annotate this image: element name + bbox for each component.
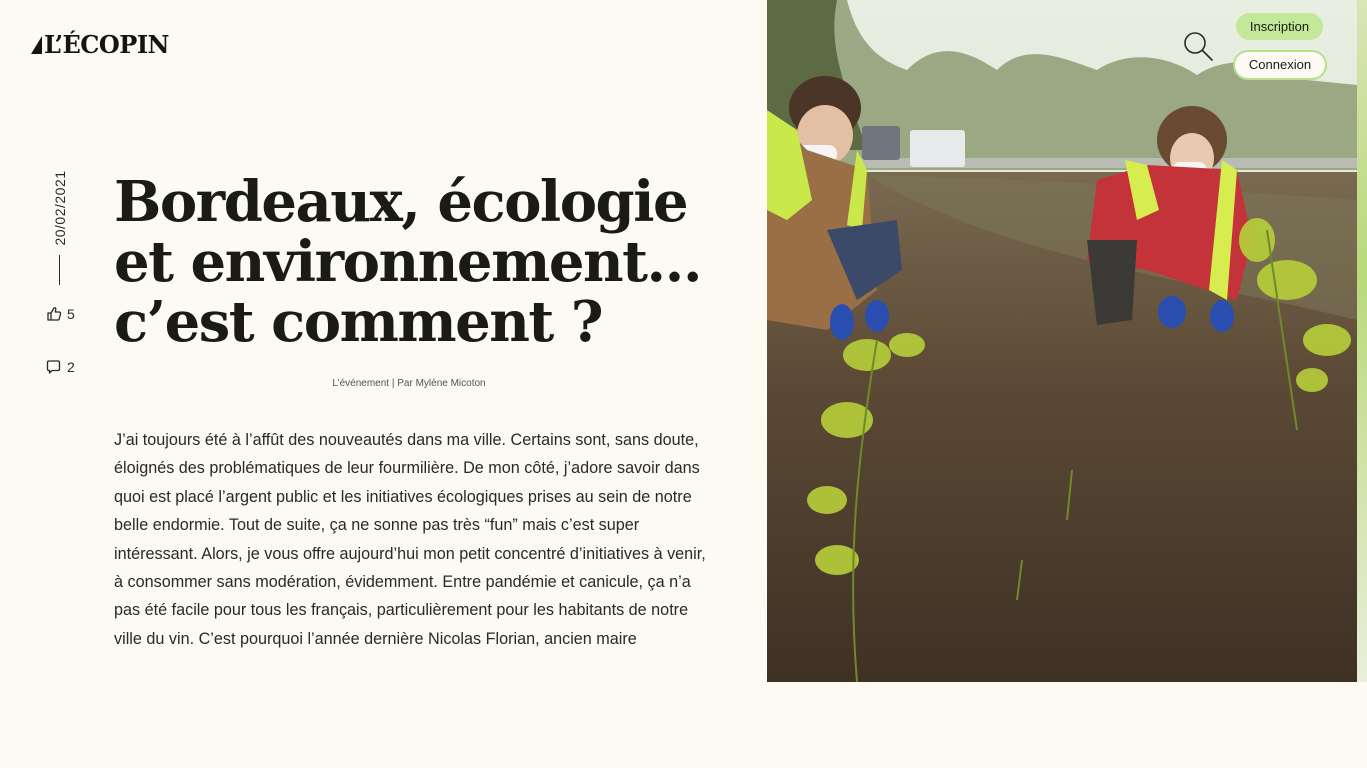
article-byline: L’événement | Par Mylène Micoton [332, 378, 486, 389]
search-button[interactable] [1182, 30, 1214, 62]
site-logo[interactable]: L’ÉCOPIN [30, 30, 170, 59]
sail-logo-icon [31, 35, 42, 54]
signup-button[interactable]: Inscription [1236, 13, 1323, 40]
thumbs-up-icon [47, 307, 62, 321]
date-divider [59, 255, 60, 285]
comment-icon [46, 360, 61, 374]
text-fade-overlay [0, 672, 767, 688]
article-date: 20/02/2021 [52, 170, 68, 246]
article-date-block: 20/02/2021 [30, 160, 90, 270]
brand-name: L’ÉCOPIN [44, 30, 170, 59]
hero-image [767, 0, 1357, 682]
likes-counter[interactable]: 5 [46, 306, 75, 322]
article-body: J’ai toujours été à l’affût des nouveaut… [114, 431, 706, 648]
article-title: Bordeaux, écologie et environnement… c’e… [114, 169, 703, 355]
search-icon [1184, 32, 1213, 61]
likes-count: 5 [67, 306, 75, 322]
login-button[interactable]: Connexion [1233, 50, 1327, 80]
scrollbar-track[interactable] [1357, 0, 1367, 682]
comments-counter[interactable]: 2 [46, 359, 75, 375]
comments-count: 2 [67, 359, 75, 375]
